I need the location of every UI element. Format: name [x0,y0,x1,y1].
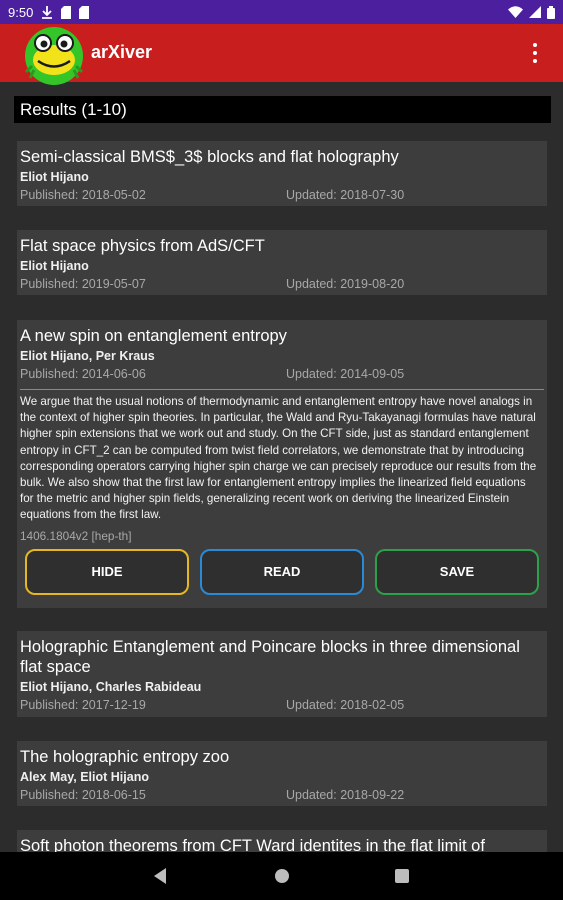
home-icon[interactable] [275,869,289,883]
overflow-menu-icon[interactable] [525,40,545,66]
list-item[interactable]: Semi-classical BMS$_3$ blocks and flat h… [17,141,547,206]
read-button[interactable]: READ [200,548,364,595]
list-item[interactable]: Flat space physics from AdS/CFT Eliot Hi… [17,230,547,295]
published-date: Published: 2018-06-15 [20,788,146,802]
paper-authors: Eliot Hijano, Per Kraus [20,349,155,363]
paper-title: Holographic Entanglement and Poincare bl… [20,638,520,676]
published-date: Published: 2018-05-02 [20,188,146,202]
arxiv-id: 1406.1804v2 [hep-th] [20,528,132,543]
updated-date: Updated: 2018-02-05 [286,698,405,712]
save-button[interactable]: SAVE [375,548,539,595]
list-item[interactable]: Soft photon theorems from CFT Ward ident… [17,830,547,852]
paper-abstract: We argue that the usual notions of therm… [20,395,537,522]
status-time: 9:50 [8,4,34,20]
battery-icon [547,5,555,19]
sd-card-icon [61,5,72,19]
paper-dates: Published: 2018-06-15 Updated: 2018-09-2… [20,786,544,804]
app-title: arXiver [91,42,153,62]
list-item[interactable]: The holographic entropy zoo Alex May, El… [17,741,547,806]
paper-dates: Published: 2014-06-06 Updated: 2014-09-0… [20,365,544,383]
published-date: Published: 2017-12-19 [20,698,146,712]
navigation-bar [0,852,563,900]
wifi-icon [508,6,523,18]
results-header: Results (1-10) [14,96,551,123]
recents-icon[interactable] [395,869,409,883]
paper-title: The holographic entropy zoo [20,748,230,766]
sd-card-icon [79,5,90,19]
paper-title: A new spin on entanglement entropy [20,327,287,345]
paper-title: Soft photon theorems from CFT Ward ident… [20,837,485,852]
hide-button[interactable]: HIDE [25,548,189,595]
paper-title: Flat space physics from AdS/CFT [20,237,265,255]
updated-date: Updated: 2014-09-05 [286,367,405,381]
signal-icon [529,6,541,18]
paper-dates: Published: 2017-12-19 Updated: 2018-02-0… [20,696,544,714]
back-icon[interactable] [154,868,166,884]
status-bar: 9:50 [0,0,563,24]
published-date: Published: 2019-05-07 [20,277,146,291]
paper-dates: Published: 2018-05-02 Updated: 2018-07-3… [20,186,544,204]
paper-authors: Eliot Hijano [20,259,89,273]
paper-authors: Eliot Hijano [20,170,89,184]
updated-date: Updated: 2018-07-30 [286,188,405,202]
download-icon [42,5,53,19]
app-bar: arXiver [0,24,563,85]
paper-authors: Alex May, Eliot Hijano [20,770,149,784]
list-item[interactable]: Holographic Entanglement and Poincare bl… [17,631,547,717]
frog-logo [24,27,84,85]
updated-date: Updated: 2018-09-22 [286,788,405,802]
updated-date: Updated: 2019-08-20 [286,277,405,291]
action-buttons: HIDE READ SAVE [20,548,544,607]
divider [20,389,544,390]
paper-title: Semi-classical BMS$_3$ blocks and flat h… [20,148,399,166]
published-date: Published: 2014-06-06 [20,367,146,381]
paper-authors: Eliot Hijano, Charles Rabideau [20,680,202,694]
list-item-expanded[interactable]: A new spin on entanglement entropy Eliot… [17,320,547,608]
results-list[interactable]: Results (1-10) Semi-classical BMS$_3$ bl… [0,82,563,852]
paper-dates: Published: 2019-05-07 Updated: 2019-08-2… [20,275,544,293]
